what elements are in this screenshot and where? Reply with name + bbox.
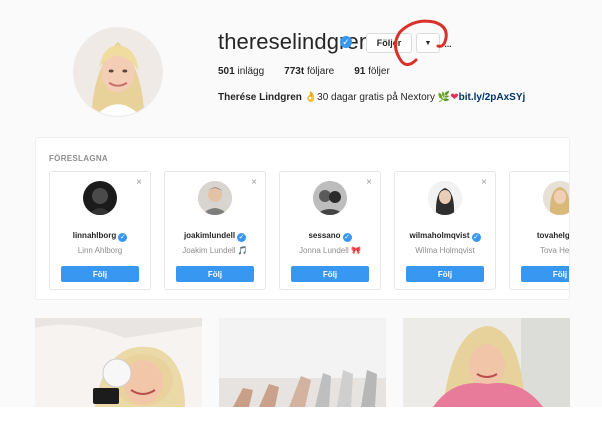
follow-button[interactable]: Följ [176,266,254,282]
suggested-card: × joakimlundell ✓ Joakim Lundell 🎵 Följ [164,171,266,290]
profile-bio: Therése Lindgren 👌30 dagar gratis på Nex… [218,92,525,103]
bio-name: Therése Lindgren [218,92,302,103]
avatar-photo [74,28,162,116]
suggested-avatar[interactable] [313,181,347,215]
suggested-name: Wilma Holmqvist [415,246,475,255]
post-thumbnail[interactable] [219,318,386,407]
bio-text: 30 dagar gratis på Nextory [317,92,435,103]
profile-avatar[interactable] [73,27,163,117]
close-icon[interactable]: × [481,178,487,188]
ok-hand-emoji: 👌 [304,92,318,103]
follow-button[interactable]: Följ [521,266,569,282]
verified-badge-icon: ✓ [471,233,481,242]
suggested-name: Joakim Lundell 🎵 [182,246,248,255]
follow-button[interactable]: Följ [406,266,484,282]
profile-stats: 501 inlägg 773t följare 91 följer [218,66,390,77]
followers-count[interactable]: 773t följare [284,66,334,77]
suggested-name: Linn Ahlborg [77,246,123,255]
suggested-avatar[interactable] [198,181,232,215]
close-icon[interactable]: × [366,178,372,188]
follow-button[interactable]: Följ [291,266,369,282]
follow-button[interactable]: Följ [61,266,139,282]
profile-page: thereselindgren ✓ Följer ▼ ... 501 inläg… [0,0,602,407]
suggested-card: × sessano ✓ Jonna Lundell 🎀 Följ [279,171,381,290]
close-icon[interactable]: × [136,178,142,188]
post-image [35,318,202,407]
verified-badge-icon: ✓ [340,36,352,48]
verified-badge-icon: ✓ [118,233,128,242]
heart-emoji: ❤ [450,92,459,103]
suggested-username[interactable]: wilmaholmqvist ✓ [395,231,495,242]
bio-link[interactable]: bit.ly/2pAxSYj [459,92,526,103]
post-image [403,318,570,407]
suggested-card: × wilmaholmqvist ✓ Wilma Holmqvist Följ [394,171,496,290]
post-image [219,318,386,407]
suggested-avatar[interactable] [543,181,569,215]
suggested-username[interactable]: sessano ✓ [280,231,380,242]
suggested-panel: FÖRESLAGNA × linnahlborg ✓ Linn Ahlborg F… [35,137,570,300]
suggested-title: FÖRESLAGNA [49,154,108,163]
suggested-username[interactable]: joakimlundell ✓ [165,231,265,242]
following-count[interactable]: 91 följer [354,66,390,77]
leaf-emoji: 🌿 [437,92,451,103]
suggested-name: Jonna Lundell 🎀 [298,246,361,255]
suggested-name: Tova Helge [539,246,570,255]
post-thumbnail[interactable] [35,318,202,407]
suggested-avatar[interactable] [83,181,117,215]
annotation-circle [394,19,448,67]
suggested-avatar[interactable] [428,181,462,215]
suggested-card: tovahelgess Tova Helge Följ [509,171,570,290]
close-icon[interactable]: × [251,178,257,188]
suggested-username[interactable]: linnahlborg ✓ [50,231,150,242]
suggested-username[interactable]: tovahelgess [510,231,569,240]
verified-badge-icon: ✓ [237,233,247,242]
posts-count: 501 inlägg [218,66,265,77]
post-thumbnail[interactable] [403,318,570,407]
verified-badge-icon: ✓ [342,233,352,242]
suggested-card: × linnahlborg ✓ Linn Ahlborg Följ [49,171,151,290]
